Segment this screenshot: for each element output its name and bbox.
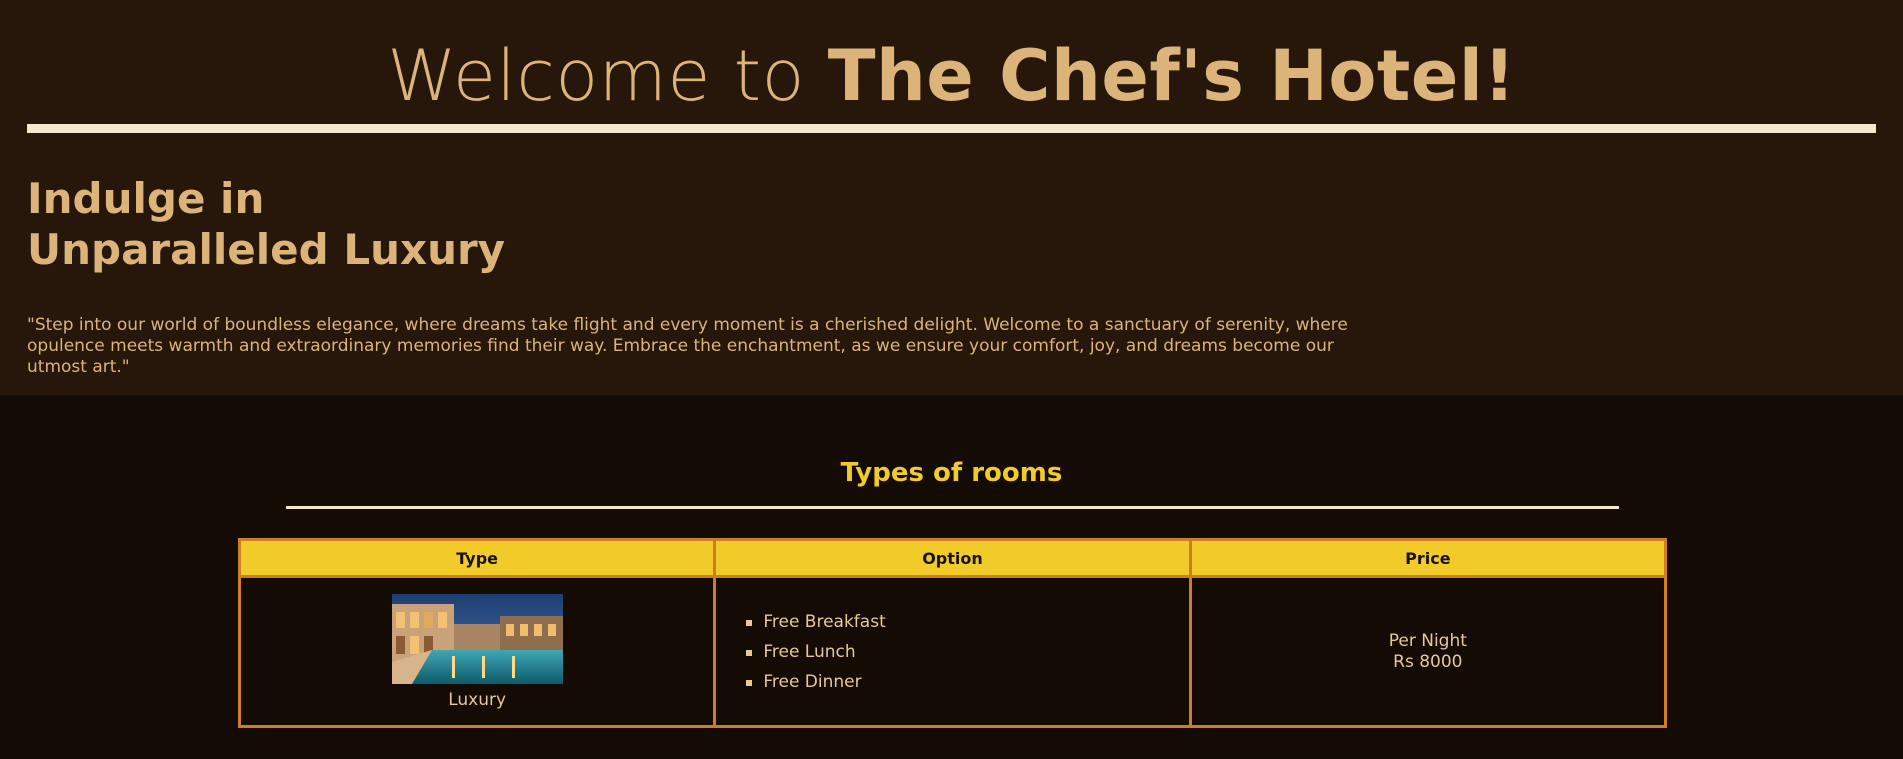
list-item: Free Breakfast — [746, 607, 1188, 637]
table-header-row: Type Option Price — [237, 538, 1668, 578]
room-type-cell: Luxury — [237, 575, 717, 728]
room-type-label: Luxury — [448, 689, 507, 710]
price-value: Rs 8000 — [1393, 651, 1463, 672]
hero-section: Welcome to The Chef's Hotel! Indulge in … — [0, 0, 1903, 395]
room-options-cell: Free Breakfast Free Lunch Free Dinner — [713, 575, 1192, 728]
room-options-list: Free Breakfast Free Lunch Free Dinner — [716, 607, 1188, 697]
rooms-table: Type Option Price Luxury Free Breakfast … — [237, 538, 1668, 728]
rooms-section: Types of rooms Type Option Price Luxury … — [0, 395, 1903, 759]
list-item: Free Lunch — [746, 637, 1188, 667]
hotel-name: The Chef's Hotel! — [827, 35, 1516, 117]
rooms-divider — [286, 506, 1619, 509]
room-price-cell: Per Night Rs 8000 — [1188, 575, 1668, 728]
hero-subheading: Indulge in Unparalleled Luxury — [27, 173, 1876, 275]
hero-divider — [27, 124, 1876, 133]
welcome-heading: Welcome to The Chef's Hotel! — [27, 0, 1876, 118]
column-header-option: Option — [713, 538, 1192, 578]
table-row: Luxury Free Breakfast Free Lunch Free Di… — [237, 575, 1668, 728]
price-block: Per Night Rs 8000 — [1192, 631, 1664, 673]
welcome-prefix: Welcome to — [387, 35, 828, 117]
rooms-title: Types of rooms — [840, 458, 1063, 488]
price-label: Per Night — [1388, 630, 1467, 651]
hero-subheading-line1: Indulge in — [27, 174, 265, 223]
hero-tagline: "Step into our world of boundless elegan… — [27, 315, 1348, 377]
hero-subheading-line2: Unparalleled Luxury — [27, 225, 506, 274]
column-header-type: Type — [237, 538, 717, 578]
hotel-pool-photo — [391, 593, 563, 684]
list-item: Free Dinner — [746, 667, 1188, 697]
column-header-price: Price — [1188, 538, 1668, 578]
